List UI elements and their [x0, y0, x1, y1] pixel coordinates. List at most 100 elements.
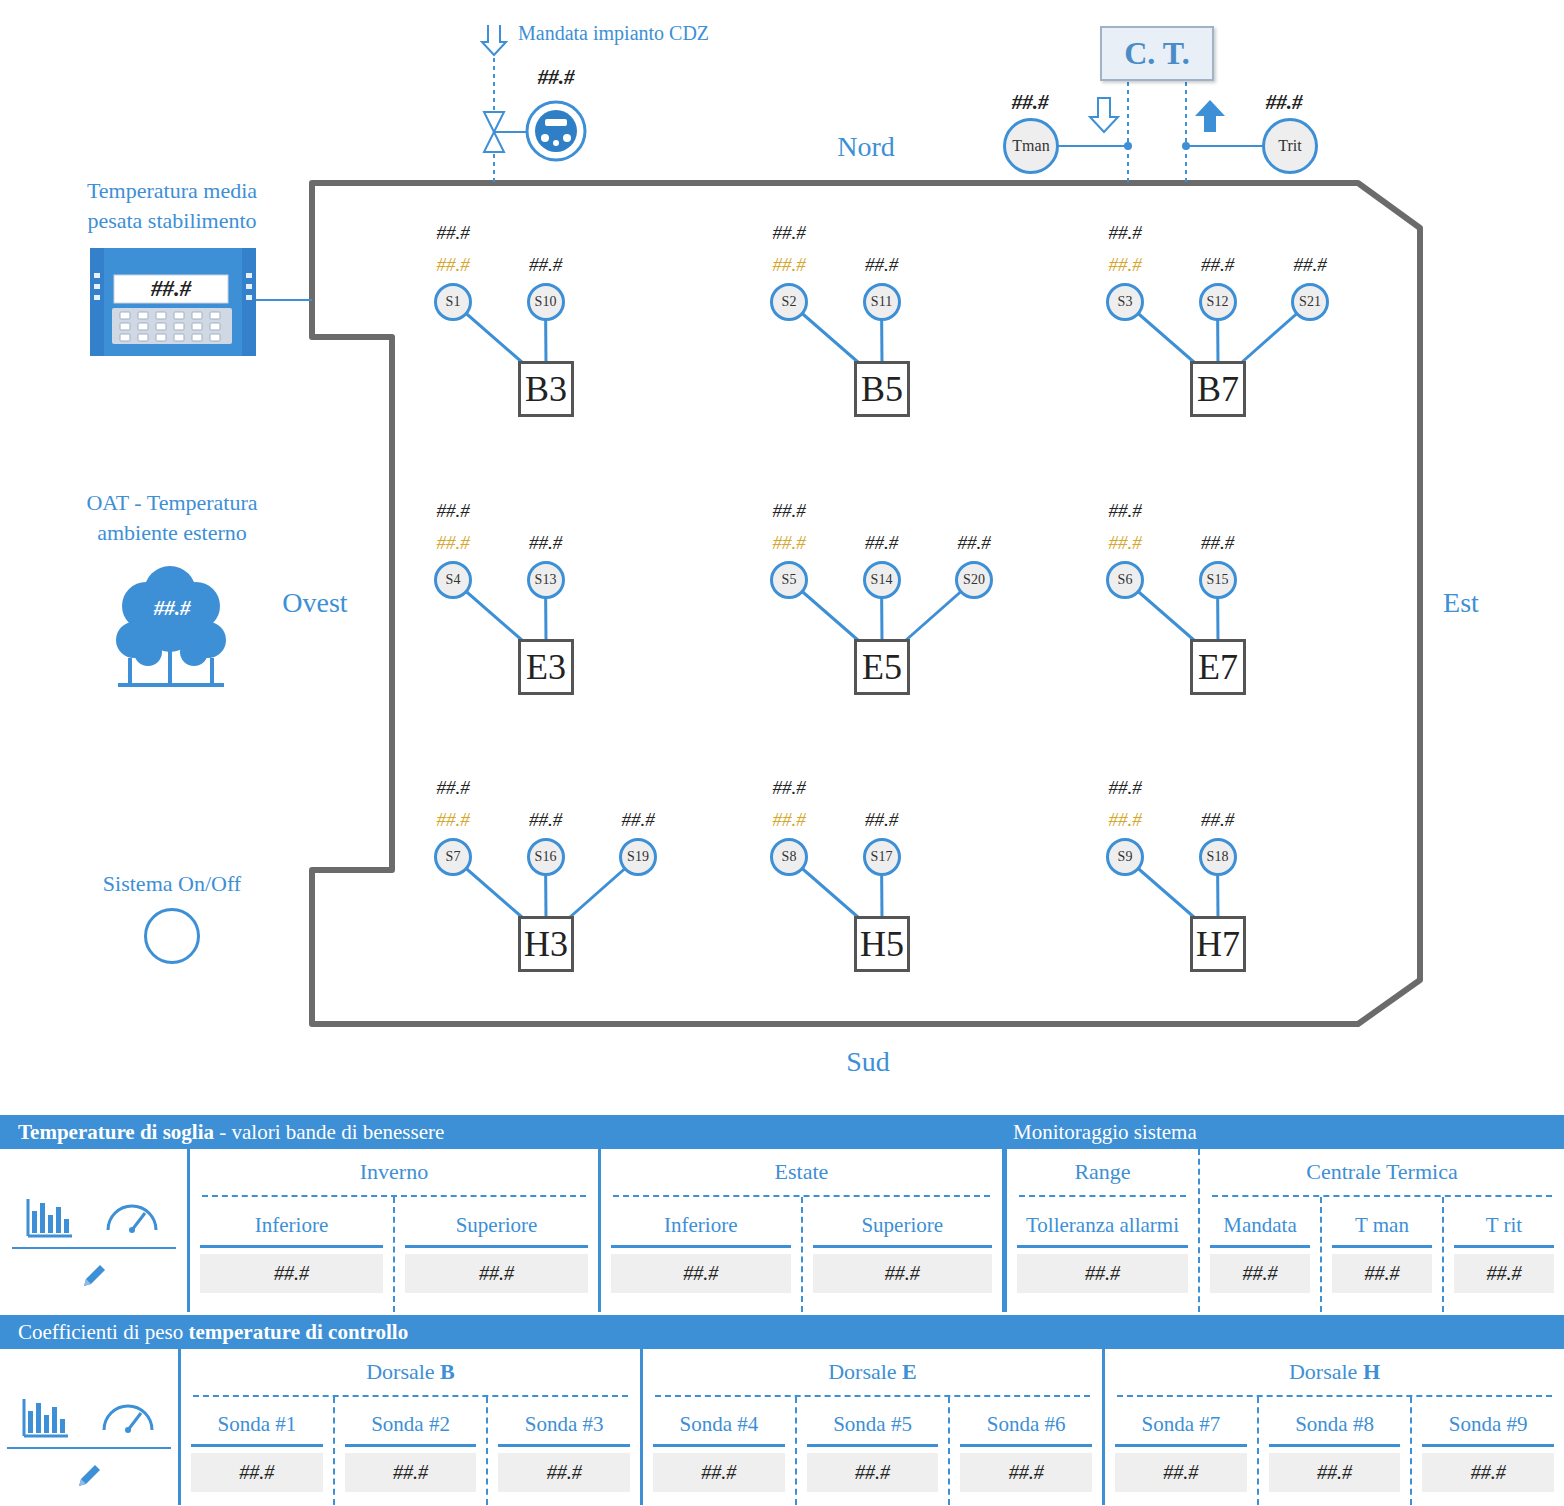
zone-box[interactable]: E5	[854, 639, 910, 695]
field-label: Sonda #8	[1269, 1397, 1401, 1447]
probe[interactable]: S4	[434, 561, 472, 599]
gauge-icon[interactable]	[99, 1400, 157, 1434]
probe[interactable]: S10	[527, 283, 565, 321]
return-pipe	[1185, 82, 1187, 183]
probe[interactable]: S2	[770, 283, 808, 321]
probe-value: ##.#	[413, 531, 493, 555]
weighted-avg-label: Temperatura mediapesata stabilimento	[52, 176, 292, 236]
field-input[interactable]: ##.#	[405, 1254, 588, 1293]
zone-box[interactable]: B5	[854, 361, 910, 417]
probe[interactable]: S19	[619, 838, 657, 876]
field-input[interactable]: ##.#	[653, 1453, 785, 1492]
field-label: Sonda #9	[1422, 1397, 1554, 1447]
zone-group: ##.###.#S4##.#S13E3	[413, 495, 673, 700]
zone-box[interactable]: H5	[854, 916, 910, 972]
zone-box[interactable]: E7	[1190, 639, 1246, 695]
group-title: Estate	[613, 1149, 990, 1197]
flow-temp-value: ##.#	[990, 89, 1070, 115]
setting-field: Superiore##.#	[801, 1197, 1003, 1312]
probe[interactable]: S20	[955, 561, 993, 599]
field-label: T man	[1332, 1197, 1432, 1248]
field-input[interactable]: ##.#	[1422, 1453, 1554, 1492]
field-input[interactable]: ##.#	[807, 1453, 939, 1492]
probe[interactable]: S18	[1199, 838, 1237, 876]
field-input[interactable]: ##.#	[960, 1453, 1092, 1492]
edit-pencil-icon[interactable]	[74, 1461, 104, 1491]
system-toggle[interactable]	[144, 908, 200, 964]
probe[interactable]: S17	[863, 838, 901, 876]
probe-value: ##.#	[506, 531, 586, 555]
zone-group: ##.###.#S3##.#S12##.#S21B7	[1085, 217, 1345, 422]
field-label: T rit	[1454, 1197, 1554, 1248]
field-input[interactable]: ##.#	[498, 1453, 630, 1492]
tree-icon	[108, 562, 236, 690]
field-label: Inferiore	[200, 1197, 383, 1248]
group-reading: ##.#	[413, 221, 493, 245]
field-input[interactable]: ##.#	[1454, 1254, 1554, 1293]
field-input[interactable]: ##.#	[1210, 1254, 1310, 1293]
zone-box[interactable]: H3	[518, 916, 574, 972]
weight-field: Sonda #2##.#	[333, 1397, 487, 1505]
probe-value: ##.#	[506, 808, 586, 832]
probe-value: ##.#	[1085, 808, 1165, 832]
building-outline	[312, 183, 1420, 1024]
zone-box[interactable]: B7	[1190, 361, 1246, 417]
zone-group: ##.###.#S5##.#S14##.#S20E5	[749, 495, 1009, 700]
field-input[interactable]: ##.#	[611, 1254, 791, 1293]
field-input[interactable]: ##.#	[813, 1254, 993, 1293]
valve-link	[494, 131, 528, 133]
field-label: Tolleranza allarmi	[1017, 1197, 1188, 1248]
setting-field: T man ##.#	[1320, 1197, 1442, 1312]
return-node	[1182, 142, 1190, 150]
probe[interactable]: S15	[1199, 561, 1237, 599]
probe[interactable]: S7	[434, 838, 472, 876]
tool-column	[0, 1149, 187, 1312]
gauge-icon[interactable]	[103, 1200, 161, 1234]
probe[interactable]: S5	[770, 561, 808, 599]
field-input[interactable]: ##.#	[1332, 1254, 1432, 1293]
edit-pencil-icon[interactable]	[79, 1261, 109, 1291]
weight-field: Sonda #8 ##.#	[1257, 1397, 1411, 1505]
field-input[interactable]: ##.#	[1115, 1453, 1247, 1492]
flow-temp-sensor[interactable]: Tman	[1003, 118, 1059, 174]
weight-field: Sonda #4##.#	[643, 1397, 795, 1505]
group-reading: ##.#	[749, 776, 829, 800]
probe[interactable]: S9	[1106, 838, 1144, 876]
probe[interactable]: S3	[1106, 283, 1144, 321]
probe[interactable]: S1	[434, 283, 472, 321]
probe[interactable]: S8	[770, 838, 808, 876]
zone-box[interactable]: B3	[518, 361, 574, 417]
setting-group: EstateInferiore##.#Superiore##.#	[598, 1149, 1002, 1312]
probe-value: ##.#	[598, 808, 678, 832]
weight-field: Sonda #7##.#	[1105, 1397, 1257, 1505]
zone-group: ##.###.#S2##.#S11B5	[749, 217, 1009, 422]
zone-box[interactable]: H7	[1190, 916, 1246, 972]
field-input[interactable]: ##.#	[345, 1453, 477, 1492]
chart-icon[interactable]	[26, 1195, 74, 1239]
probe[interactable]: S11	[863, 283, 901, 321]
probe[interactable]: S6	[1106, 561, 1144, 599]
oat-value: ##.#	[122, 594, 222, 622]
system-label: Sistema On/Off	[52, 869, 292, 899]
setting-field: Inferiore##.#	[601, 1197, 801, 1312]
field-input[interactable]: ##.#	[200, 1254, 383, 1293]
central-plant[interactable]: C. T.	[1100, 26, 1214, 81]
group-title: DorsaleE	[655, 1349, 1090, 1397]
zone-box[interactable]: E3	[518, 639, 574, 695]
probe-value: ##.#	[1178, 531, 1258, 555]
probe-value: ##.#	[842, 253, 922, 277]
probe[interactable]: S13	[527, 561, 565, 599]
probe[interactable]: S21	[1291, 283, 1329, 321]
field-input[interactable]: ##.#	[191, 1453, 323, 1492]
chart-icon[interactable]	[22, 1395, 70, 1439]
probe[interactable]: S12	[1199, 283, 1237, 321]
probe[interactable]: S16	[527, 838, 565, 876]
probe-value: ##.#	[1085, 531, 1165, 555]
return-temp-sensor[interactable]: Trit	[1262, 118, 1318, 174]
flow-node	[1124, 142, 1132, 150]
field-input[interactable]: ##.#	[1017, 1254, 1188, 1293]
field-input[interactable]: ##.#	[1269, 1453, 1401, 1492]
zone-group: ##.###.#S1##.#S10B3	[413, 217, 673, 422]
probe[interactable]: S14	[863, 561, 901, 599]
east-label: Est	[1421, 586, 1501, 620]
